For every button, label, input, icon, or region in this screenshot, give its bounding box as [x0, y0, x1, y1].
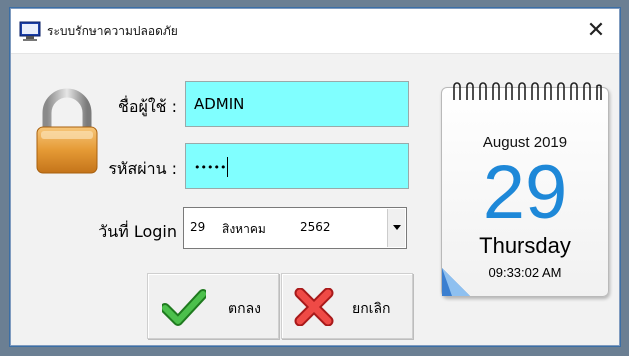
password-label: รหัสผ่าน :	[108, 159, 177, 178]
app-icon	[19, 21, 41, 41]
security-login-window: ระบบรักษาความปลอดภัย ✕ ชื่อผู้ใช้ : ADMI…	[10, 8, 620, 346]
username-field[interactable]: ADMIN	[185, 81, 409, 127]
calendar-day: 29	[482, 150, 568, 235]
password-field[interactable]: •••••	[185, 143, 409, 189]
calendar-widget: August 2019 29 Thursday 09:33:02 AM	[441, 82, 609, 297]
close-icon: ✕	[586, 18, 606, 43]
close-button[interactable]: ✕	[573, 9, 619, 53]
title-bar: ระบบรักษาความปลอดภัย ✕	[11, 9, 619, 54]
password-value: •••••	[194, 161, 227, 174]
ok-button-label: ตกลง	[228, 301, 261, 317]
date-month: สิงหาคม	[222, 222, 266, 236]
window-title: ระบบรักษาความปลอดภัย	[47, 24, 178, 38]
username-label: ชื่อผู้ใช้ :	[118, 97, 177, 116]
text-caret	[227, 156, 229, 177]
date-day: 29	[190, 220, 206, 234]
username-value: ADMIN	[194, 95, 245, 113]
check-icon	[162, 289, 206, 326]
page-curl-icon	[442, 268, 470, 296]
cross-icon	[294, 288, 334, 326]
ok-button[interactable]: ตกลง	[147, 273, 279, 339]
date-dropdown-button[interactable]	[387, 209, 405, 247]
cancel-button[interactable]: ยกเลิก	[281, 273, 413, 339]
cancel-button-label: ยกเลิก	[352, 301, 391, 317]
date-year: 2562	[300, 220, 331, 234]
login-date-picker[interactable]: 29 สิงหาคม 2562	[183, 207, 407, 249]
dropdown-arrow-icon	[393, 225, 401, 230]
login-date-label: วันที่ Login	[98, 222, 177, 241]
calendar-rings-icon	[453, 82, 602, 100]
calendar-weekday: Thursday	[479, 233, 571, 258]
